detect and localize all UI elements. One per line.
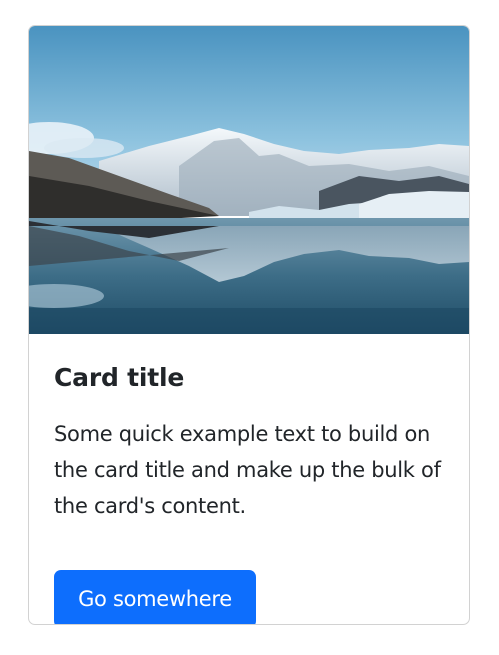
card-text: Some quick example text to build on the … [54,422,441,518]
card-image [29,26,469,334]
card-title: Card title [54,363,185,392]
go-somewhere-button[interactable]: Go somewhere [54,570,256,624]
card: Card title Some quick example text to bu… [28,25,470,625]
